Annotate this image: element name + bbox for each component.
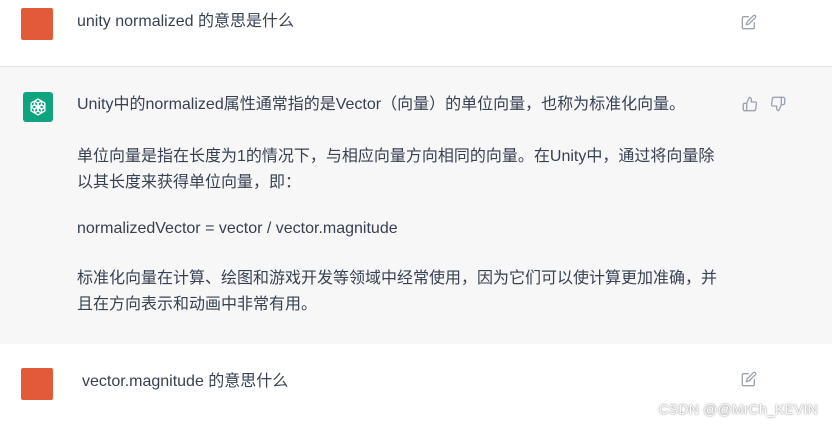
assistant-paragraph-4-line-2: 且在方向表示和动画中非常有用。	[77, 296, 318, 313]
user-message-text: unity normalized 的意思是什么	[77, 13, 294, 30]
assistant-paragraph-3: normalizedVector = vector / vector.magni…	[77, 220, 398, 237]
assistant-message-row: Unity中的normalized属性通常指的是Vector（向量）的单位向量，…	[0, 66, 832, 345]
openai-logo-icon	[23, 92, 53, 122]
thumbs-up-icon[interactable]	[741, 95, 759, 113]
assistant-paragraph-4-line-1: 标准化向量在计算、绘图和游戏开发等领域中经常使用，因为它们可以使计算更加准确，并	[77, 270, 718, 287]
assistant-paragraph-2-line-1: 单位向量是指在长度为1的情况下，与相应向量方向相同的向量。在Unity中，通过将…	[77, 148, 715, 165]
edit-icon[interactable]	[740, 370, 758, 388]
user-message-row: unity normalized 的意思是什么	[0, 0, 832, 66]
thumbs-down-icon[interactable]	[769, 95, 787, 113]
assistant-paragraph-1: Unity中的normalized属性通常指的是Vector（向量）的单位向量，…	[77, 96, 686, 113]
user-avatar	[21, 368, 53, 400]
user-message-text: vector.magnitude 的意思什么	[82, 373, 289, 390]
assistant-paragraph-2-line-2: 以其长度来获得单位向量，即：	[77, 174, 302, 191]
edit-icon[interactable]	[740, 13, 758, 31]
watermark: CSDN @@MrCh_KEVIN	[658, 401, 818, 417]
user-avatar	[21, 8, 53, 40]
